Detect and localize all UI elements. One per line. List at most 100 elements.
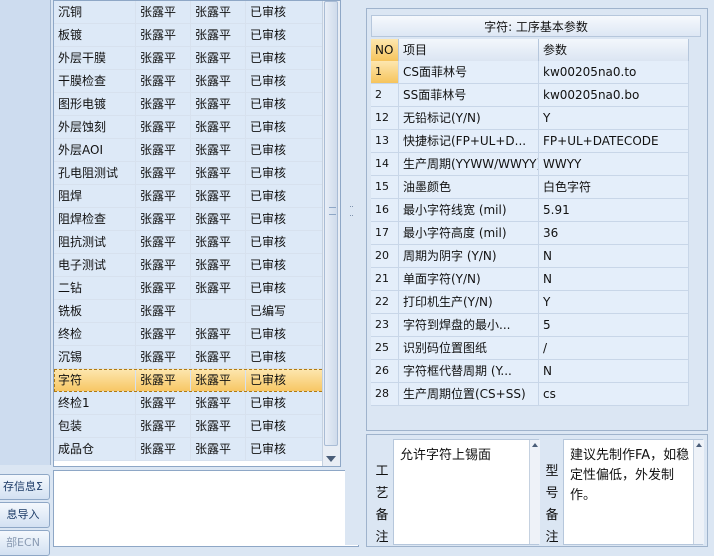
scroll-down-icon[interactable] [326,456,336,462]
table-row[interactable]: 阻焊 张露平 张露平 已审核 [54,185,337,208]
scroll-up-icon[interactable] [532,443,538,447]
table-row[interactable]: 14 生产周期(YYWW/WWYY) WWYY [371,153,689,176]
value-cell[interactable]: kw00205na0.bo [539,84,689,106]
step-cell[interactable]: 终检1 [54,392,136,414]
maker-cell[interactable]: 张露平 [136,300,191,322]
step-cell[interactable]: 阻焊 [54,185,136,207]
no-cell[interactable]: 1 [371,61,399,83]
item-cell[interactable]: CS面菲林号 [399,61,539,83]
table-row[interactable]: 成品仓 张露平 张露平 已审核 [54,438,337,461]
no-cell[interactable]: 15 [371,176,399,198]
table-row[interactable]: 17 最小字符高度 (mil) 36 [371,222,689,245]
value-cell[interactable]: 5.91 [539,199,689,221]
no-cell[interactable]: 2 [371,84,399,106]
value-cell[interactable]: / [539,337,689,359]
table-row[interactable]: 二钻 张露平 张露平 已审核 [54,277,337,300]
header-no[interactable]: NO [371,39,399,61]
step-cell[interactable]: 包装 [54,415,136,437]
item-cell[interactable]: 字符到焊盘的最小... [399,314,539,336]
table-row[interactable]: 阻抗测试 张露平 张露平 已审核 [54,231,337,254]
table-row[interactable]: 2 SS面菲林号 kw00205na0.bo [371,84,689,107]
item-cell[interactable]: 最小字符高度 (mil) [399,222,539,244]
table-row[interactable]: 阻焊检查 张露平 张露平 已审核 [54,208,337,231]
table-row[interactable]: 23 字符到焊盘的最小... 5 [371,314,689,337]
step-cell[interactable]: 板镀 [54,24,136,46]
item-cell[interactable]: SS面菲林号 [399,84,539,106]
reviewer-cell[interactable]: 张露平 [191,139,246,161]
value-cell[interactable]: Y [539,107,689,129]
maker-cell[interactable]: 张露平 [136,116,191,138]
no-cell[interactable]: 14 [371,153,399,175]
table-row[interactable]: 终检 张露平 张露平 已审核 [54,323,337,346]
step-cell[interactable]: 铣板 [54,300,136,322]
maker-cell[interactable]: 张露平 [136,208,191,230]
item-cell[interactable]: 快捷标记(FP+UL+D... [399,130,539,152]
value-cell[interactable]: WWYY [539,153,689,175]
step-cell[interactable]: 成品仓 [54,438,136,460]
import-info-button[interactable]: 息导入 [0,502,50,528]
value-cell[interactable]: 5 [539,314,689,336]
table-row[interactable]: 包装 张露平 张露平 已审核 [54,415,337,438]
item-cell[interactable]: 生产周期(YYWW/WWYY) [399,153,539,175]
item-cell[interactable]: 油墨颜色 [399,176,539,198]
table-row[interactable]: 1 CS面菲林号 kw00205na0.to [371,61,689,84]
item-cell[interactable]: 单面字符(Y/N) [399,268,539,290]
step-cell[interactable]: 外层AOI [54,139,136,161]
step-cell[interactable]: 孔电阻测试 [54,162,136,184]
no-cell[interactable]: 20 [371,245,399,267]
table-row[interactable]: 26 字符框代替周期 (Y... N [371,360,689,383]
value-cell[interactable]: N [539,268,689,290]
table-row[interactable]: 15 油墨颜色 白色字符 [371,176,689,199]
step-cell[interactable]: 沉锡 [54,346,136,368]
reviewer-cell[interactable]: 张露平 [191,323,246,345]
reviewer-cell[interactable]: 张露平 [191,208,246,230]
step-cell[interactable]: 字符 [54,369,136,391]
process-note-scrollbar[interactable] [529,440,540,544]
table-row[interactable]: 12 无铅标记(Y/N) Y [371,107,689,130]
maker-cell[interactable]: 张露平 [136,438,191,460]
no-cell[interactable]: 17 [371,222,399,244]
reviewer-cell[interactable]: 张露平 [191,254,246,276]
step-cell[interactable]: 电子测试 [54,254,136,276]
reviewer-cell[interactable]: 张露平 [191,47,246,69]
reviewer-cell[interactable]: 张露平 [191,438,246,460]
process-note-field[interactable]: 允许字符上锡面 [393,439,539,545]
item-cell[interactable]: 打印机生产(Y/N) [399,291,539,313]
maker-cell[interactable]: 张露平 [136,415,191,437]
table-row[interactable]: 孔电阻测试 张露平 张露平 已审核 [54,162,337,185]
scrollbar-thumb[interactable] [324,1,338,446]
maker-cell[interactable]: 张露平 [136,139,191,161]
reviewer-cell[interactable]: 张露平 [191,93,246,115]
table-row[interactable]: 16 最小字符线宽 (mil) 5.91 [371,199,689,222]
item-cell[interactable]: 字符框代替周期 (Y... [399,360,539,382]
table-row[interactable]: 25 识别码位置图纸 / [371,337,689,360]
item-cell[interactable]: 生产周期位置(CS+SS) [399,383,539,405]
maker-cell[interactable]: 张露平 [136,254,191,276]
table-row[interactable]: 字符 张露平 张露平 已审核 [54,369,337,392]
model-note-scrollbar[interactable] [693,440,704,544]
reviewer-cell[interactable]: 张露平 [191,70,246,92]
maker-cell[interactable]: 张露平 [136,392,191,414]
maker-cell[interactable]: 张露平 [136,323,191,345]
no-cell[interactable]: 26 [371,360,399,382]
no-cell[interactable]: 23 [371,314,399,336]
table-row[interactable]: 干膜检查 张露平 张露平 已审核 [54,70,337,93]
step-cell[interactable]: 阻焊检查 [54,208,136,230]
ecn-button[interactable]: 部ECN [0,530,50,556]
step-cell[interactable]: 阻抗测试 [54,231,136,253]
reviewer-cell[interactable]: 张露平 [191,185,246,207]
no-cell[interactable]: 13 [371,130,399,152]
reviewer-cell[interactable]: 张露平 [191,392,246,414]
step-cell[interactable]: 图形电镀 [54,93,136,115]
table-row[interactable]: 电子测试 张露平 张露平 已审核 [54,254,337,277]
maker-cell[interactable]: 张露平 [136,24,191,46]
table-row[interactable]: 外层干膜 张露平 张露平 已审核 [54,47,337,70]
value-cell[interactable]: FP+UL+DATECODE [539,130,689,152]
value-cell[interactable]: N [539,245,689,267]
reviewer-cell[interactable]: 张露平 [191,346,246,368]
maker-cell[interactable]: 张露平 [136,346,191,368]
maker-cell[interactable]: 张露平 [136,47,191,69]
reviewer-cell[interactable]: 张露平 [191,1,246,23]
reviewer-cell[interactable]: 张露平 [191,231,246,253]
maker-cell[interactable]: 张露平 [136,185,191,207]
